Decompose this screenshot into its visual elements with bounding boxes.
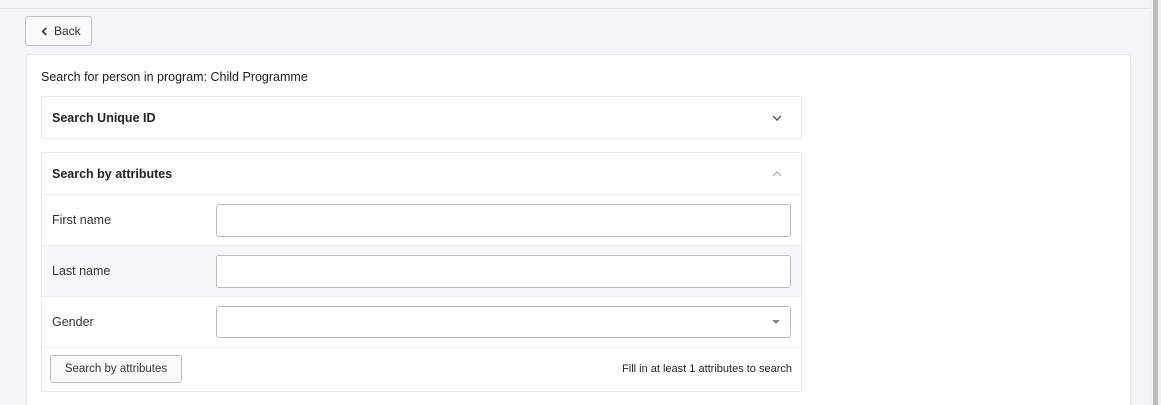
dropdown-caret-icon	[772, 320, 780, 324]
first-name-label: First name	[52, 213, 112, 227]
scrollbar-thumb[interactable]	[1153, 0, 1158, 405]
last-name-row: Last name	[42, 245, 801, 296]
unique-id-section: Search Unique ID	[41, 96, 802, 139]
attributes-section: Search by attributes First name Last nam…	[41, 152, 802, 392]
first-name-row: First name	[42, 194, 801, 245]
unique-id-section-title: Search Unique ID	[52, 110, 156, 125]
search-by-attributes-button[interactable]: Search by attributes	[50, 355, 182, 383]
chevron-left-icon	[41, 26, 47, 36]
attributes-section-title: Search by attributes	[52, 166, 173, 181]
unique-id-section-header[interactable]: Search Unique ID	[42, 97, 801, 138]
attributes-footer: Search by attributes Fill in at least 1 …	[42, 347, 801, 391]
last-name-input[interactable]	[216, 254, 791, 288]
chevron-down-icon	[771, 112, 783, 124]
gender-select[interactable]	[216, 306, 791, 338]
search-hint: Fill in at least 1 attributes to search	[622, 363, 792, 375]
top-bar	[0, 0, 1150, 9]
page-title: Search for person in program: Child Prog…	[41, 70, 308, 84]
gender-label: Gender	[52, 315, 94, 329]
attributes-section-header[interactable]: Search by attributes	[42, 153, 801, 194]
chevron-up-icon	[771, 168, 783, 180]
last-name-label: Last name	[52, 264, 111, 278]
back-button-label: Back	[54, 24, 81, 38]
first-name-input[interactable]	[216, 203, 791, 237]
gender-row: Gender	[42, 296, 801, 347]
search-card: Search for person in program: Child Prog…	[26, 54, 1131, 405]
back-button[interactable]: Back	[25, 16, 92, 46]
scrollbar[interactable]	[1150, 0, 1161, 405]
